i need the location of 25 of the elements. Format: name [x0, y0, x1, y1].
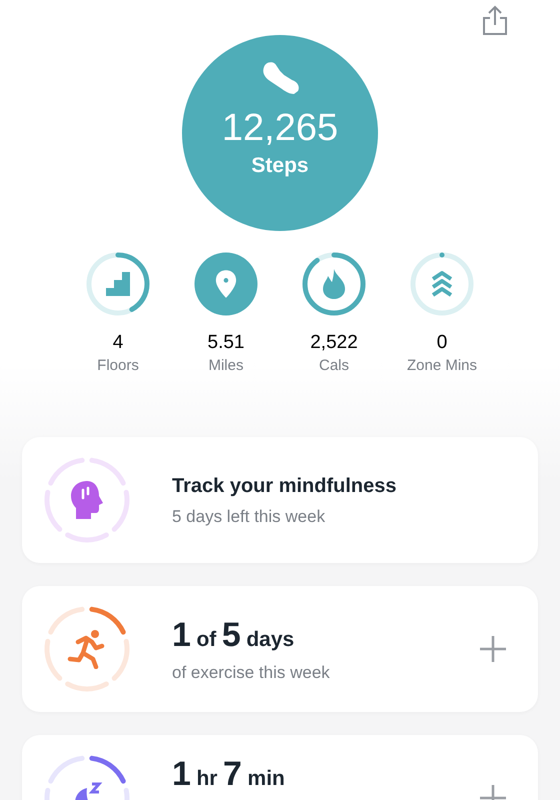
- steps-count: 12,265: [222, 109, 338, 147]
- goal-card[interactable]: 1 hr 7 min: [22, 735, 538, 800]
- card-title: 1 of 5 days: [172, 618, 296, 652]
- stat-label: Zone Mins: [406, 358, 478, 373]
- goal-card[interactable]: 1 of 5 days of exercise this week: [22, 586, 538, 712]
- stat-label: Miles: [208, 358, 244, 373]
- stairs-icon: [104, 270, 132, 298]
- stat-value: 5.51: [208, 333, 244, 352]
- flame-icon: [322, 268, 346, 300]
- goal-card[interactable]: Track your mindfulness 5 days left this week: [22, 437, 538, 563]
- stat-value: 0: [436, 333, 448, 352]
- stat-value: 4: [112, 333, 124, 352]
- share-icon[interactable]: [480, 4, 510, 36]
- chevrons-icon: [430, 270, 454, 298]
- card-title: Track your mindfulness: [172, 476, 398, 496]
- progress-ring[interactable]: [409, 251, 475, 317]
- stat-label: Floors: [97, 358, 139, 373]
- add-icon[interactable]: [478, 634, 508, 664]
- location-pin-icon: [215, 269, 237, 299]
- card-title: 1 hr 7 min: [172, 757, 286, 791]
- stat-value: 2,522: [310, 333, 358, 352]
- steps-label: Steps: [251, 155, 309, 176]
- card-subtitle: 5 days left this week: [172, 508, 326, 524]
- card-subtitle: of exercise this week: [172, 664, 331, 680]
- stat-label: Cals: [318, 358, 349, 373]
